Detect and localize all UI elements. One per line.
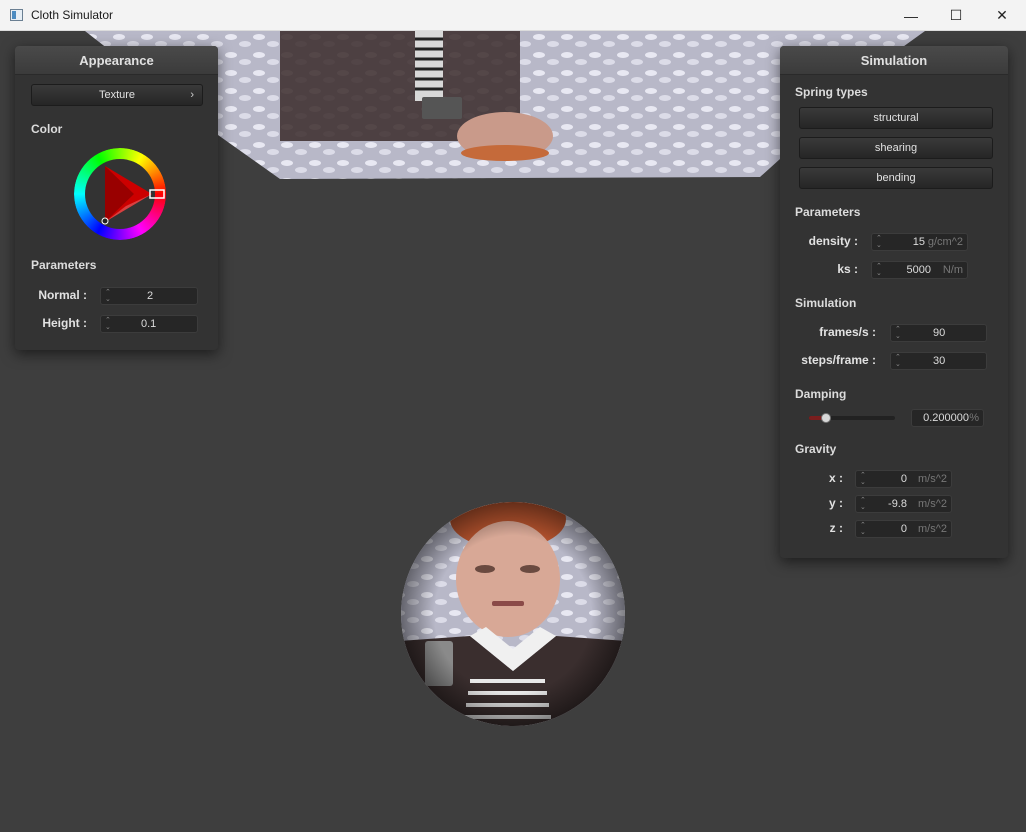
height-label: Height :	[42, 316, 87, 330]
collision-sphere	[401, 502, 625, 726]
height-value: 0.1	[141, 318, 157, 330]
gravity-x-unit: m/s^2	[918, 473, 947, 485]
shader-select-button[interactable]: Texture ›	[31, 84, 203, 106]
gravity-y-label: y :	[828, 496, 843, 510]
color-selector-handle[interactable]	[101, 217, 109, 225]
spring-types-title: Spring types	[795, 85, 868, 99]
density-value: 15	[912, 236, 925, 248]
gravity-z-label: z :	[829, 521, 843, 535]
title-bar: Cloth Simulator — ☐ ✕	[0, 0, 1026, 31]
structural-button[interactable]: structural	[799, 107, 993, 129]
ks-label: ks :	[837, 262, 858, 276]
steps-per-frame-field[interactable]: ⌃ ⌄ 30	[890, 352, 987, 370]
spinner-icon[interactable]: ⌃ ⌄	[105, 289, 111, 303]
window-title: Cloth Simulator	[31, 8, 114, 22]
density-unit: g/cm^2	[927, 236, 963, 248]
simulation-panel: Simulation Spring types structural shear…	[780, 46, 1008, 558]
close-button[interactable]: ✕	[979, 0, 1025, 31]
normal-field[interactable]: ⌃ ⌄ 2	[100, 287, 198, 305]
spinner-icon[interactable]: ⌃ ⌄	[860, 497, 866, 511]
spinner-icon[interactable]: ⌃ ⌄	[895, 326, 901, 340]
shader-select-label: Texture	[98, 89, 136, 101]
gravity-z-unit: m/s^2	[918, 523, 947, 535]
spinner-icon[interactable]: ⌃ ⌄	[860, 522, 866, 536]
gravity-z-field[interactable]: ⌃ ⌄ 0 m/s^2	[855, 520, 952, 538]
frames-per-second-value: 90	[933, 327, 946, 339]
bending-button[interactable]: bending	[799, 167, 993, 189]
gravity-y-unit: m/s^2	[918, 498, 947, 510]
appearance-panel: Appearance Texture › Color Parameters No…	[15, 46, 218, 350]
normal-value: 2	[147, 290, 154, 302]
spinner-icon[interactable]: ⌃ ⌄	[876, 263, 882, 277]
damping-unit: %	[969, 412, 979, 424]
gravity-x-field[interactable]: ⌃ ⌄ 0 m/s^2	[855, 470, 952, 488]
ks-value: 5000	[906, 264, 931, 276]
simulation-parameters-title: Parameters	[795, 205, 861, 219]
gravity-y-value: -9.8	[888, 498, 907, 510]
frames-per-second-field[interactable]: ⌃ ⌄ 90	[890, 324, 987, 342]
spinner-icon[interactable]: ⌃ ⌄	[895, 354, 901, 368]
damping-section-title: Damping	[795, 387, 847, 401]
simulation-panel-title[interactable]: Simulation	[780, 46, 1008, 75]
appearance-panel-title[interactable]: Appearance	[15, 46, 218, 75]
maximize-button[interactable]: ☐	[933, 0, 979, 31]
steps-per-frame-value: 30	[933, 355, 946, 367]
gravity-x-value: 0	[900, 473, 907, 485]
app-icon	[10, 9, 23, 21]
damping-field[interactable]: 0.200000 %	[911, 409, 984, 427]
chevron-right-icon: ›	[190, 89, 194, 101]
simulation-section-title: Simulation	[795, 296, 857, 310]
frames-per-second-label: frames/s :	[819, 325, 876, 339]
3d-viewport[interactable]: Appearance Texture › Color Parameters No…	[0, 31, 1026, 832]
minimize-button[interactable]: —	[888, 0, 934, 31]
density-label: density :	[808, 234, 858, 248]
gravity-z-value: 0	[900, 523, 907, 535]
height-field[interactable]: ⌃ ⌄ 0.1	[100, 315, 198, 333]
spinner-icon[interactable]: ⌃ ⌄	[105, 317, 111, 331]
spinner-icon[interactable]: ⌃ ⌄	[876, 235, 882, 249]
color-wheel[interactable]	[74, 148, 168, 242]
ks-unit: N/m	[942, 264, 963, 276]
shearing-button[interactable]: shearing	[799, 137, 993, 159]
normal-label: Normal :	[38, 288, 87, 302]
appearance-parameters-title: Parameters	[31, 258, 97, 272]
damping-slider-knob[interactable]	[821, 413, 832, 423]
spinner-icon[interactable]: ⌃ ⌄	[860, 472, 866, 486]
ks-field[interactable]: ⌃ ⌄ 5000 N/m	[871, 261, 968, 279]
gravity-x-label: x :	[828, 471, 843, 485]
application-window: Cloth Simulator — ☐ ✕ Appearance Texture…	[0, 0, 1026, 832]
gravity-y-field[interactable]: ⌃ ⌄ -9.8 m/s^2	[855, 495, 952, 513]
density-field[interactable]: ⌃ ⌄ 15 g/cm^2	[871, 233, 968, 251]
steps-per-frame-label: steps/frame :	[801, 353, 876, 367]
color-section-title: Color	[31, 122, 63, 136]
damping-value: 0.200000	[923, 412, 969, 424]
gravity-section-title: Gravity	[795, 442, 837, 456]
